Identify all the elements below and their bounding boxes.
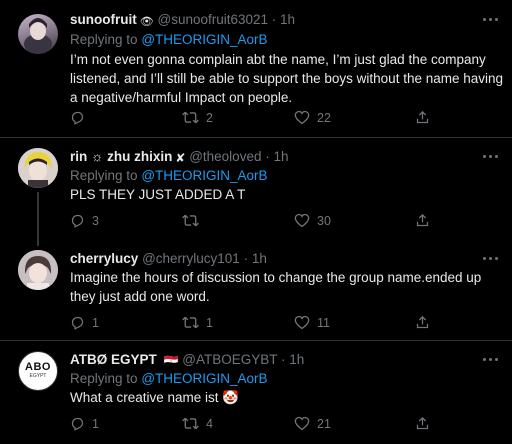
user-handle[interactable]: @sunoofruit63021	[157, 12, 268, 27]
retweet-button[interactable]	[182, 213, 206, 228]
replying-to-mention[interactable]: @THEORIGIN_AorB	[141, 168, 267, 183]
share-icon	[416, 315, 429, 329]
retweet-icon	[182, 316, 199, 329]
retweet-icon	[182, 111, 199, 124]
atbo-logo-sub: EGYPT	[29, 373, 47, 379]
share-button[interactable]	[415, 110, 430, 125]
tweet-actions: 1 4 21	[70, 416, 450, 434]
avatar[interactable]	[18, 148, 58, 188]
retweet-button[interactable]: 4	[182, 416, 213, 431]
reply-button[interactable]: 1	[70, 315, 99, 330]
retweet-icon	[182, 214, 199, 227]
share-button[interactable]	[415, 315, 430, 330]
reply-icon	[71, 417, 84, 431]
separator-dot: ·	[271, 12, 277, 27]
atbo-logo: ABO	[25, 361, 51, 373]
reply-count: 1	[92, 416, 99, 431]
user-handle[interactable]: @theoloved	[189, 149, 261, 164]
more-options-icon[interactable]	[483, 253, 501, 265]
avatar[interactable]	[18, 14, 58, 54]
display-name[interactable]: cherrylucy	[70, 251, 138, 266]
like-count: 22	[317, 110, 331, 125]
avatar[interactable]	[18, 250, 58, 290]
more-options-icon[interactable]	[483, 354, 501, 366]
reply-icon	[71, 316, 84, 330]
replying-to-mention[interactable]: @THEORIGIN_AorB	[141, 32, 267, 47]
tweet-rin-zhu-zhixin[interactable]: rin ☼ zhu zhixin ✘ @theoloved · 1h Replyi…	[0, 138, 512, 246]
eye-emoji-icon: 👁	[139, 16, 154, 28]
timestamp[interactable]: 1h	[252, 251, 267, 266]
share-icon	[416, 110, 429, 124]
replying-to-label: Replying to	[70, 32, 138, 47]
egypt-flag-icon: 🇪🇬	[163, 354, 179, 368]
reply-count: 1	[92, 315, 99, 330]
reply-button[interactable]	[70, 110, 92, 125]
reply-button[interactable]: 3	[70, 213, 99, 228]
thread-connector	[37, 192, 39, 246]
replying-to-mention[interactable]: @THEORIGIN_AorB	[141, 371, 267, 386]
replying-to-label: Replying to	[70, 168, 138, 183]
separator-dot: ·	[265, 149, 270, 164]
tweet-actions: 3 30	[70, 213, 450, 231]
like-button[interactable]: 22	[294, 110, 331, 125]
tweet-text: Imagine the hours of discussion to chang…	[70, 270, 482, 304]
heart-icon	[294, 213, 310, 228]
tweet-cherrylucy[interactable]: cherrylucy @cherrylucy101 · 1h Imagine t…	[0, 240, 512, 340]
heart-icon	[294, 315, 310, 330]
tweet-actions: 1 1 11	[70, 315, 450, 333]
tweet-text: PLS THEY JUST ADDED A T	[70, 187, 246, 202]
cross-mark-icon: ✘	[175, 151, 186, 165]
retweet-button[interactable]: 1	[182, 315, 213, 330]
like-button[interactable]: 11	[294, 315, 330, 330]
like-count: 21	[317, 416, 331, 431]
user-handle[interactable]: @ATBOEGYBT	[182, 352, 277, 367]
heart-icon	[294, 416, 310, 431]
replying-to-line: Replying to @THEORIGIN_AorB	[70, 31, 268, 49]
separator-dot: ·	[243, 251, 249, 266]
reply-icon	[71, 214, 84, 228]
display-name[interactable]: sunoofruit	[70, 12, 137, 27]
display-name[interactable]: ATBØ EGYPT	[70, 352, 157, 367]
display-name[interactable]: rin ☼ zhu zhixin	[70, 149, 172, 164]
like-button[interactable]: 21	[294, 416, 331, 431]
avatar[interactable]: ABO EGYPT	[18, 351, 58, 391]
reply-icon	[71, 111, 84, 125]
retweet-count: 2	[206, 110, 213, 125]
retweet-count: 4	[206, 416, 213, 431]
replying-to-label: Replying to	[70, 371, 138, 386]
retweet-button[interactable]: 2	[182, 110, 213, 125]
separator-dot: ·	[281, 352, 286, 367]
share-icon	[416, 213, 429, 227]
reply-count: 3	[92, 213, 99, 228]
like-count: 11	[317, 315, 330, 330]
tweet-sunoofruit[interactable]: sunoofruit 👁 @sunoofruit63021 · 1h Replyi…	[0, 0, 512, 137]
retweet-count: 1	[206, 315, 213, 330]
heart-icon	[294, 110, 310, 125]
like-count: 30	[317, 213, 331, 228]
tweet-atbo-egypt[interactable]: ABO EGYPT ATBØ EGYPT 🇪🇬 @ATBOEGYBT · 1h …	[0, 341, 512, 444]
tweet-text: What a creative name ist 🤡	[70, 390, 240, 405]
like-button[interactable]: 30	[294, 213, 331, 228]
share-icon	[416, 416, 429, 430]
share-button[interactable]	[415, 416, 430, 431]
more-options-icon[interactable]	[483, 151, 501, 163]
share-button[interactable]	[415, 213, 430, 228]
reply-button[interactable]: 1	[70, 416, 99, 431]
timestamp[interactable]: 1h	[280, 12, 295, 27]
more-options-icon[interactable]	[483, 14, 501, 26]
retweet-icon	[182, 417, 199, 430]
timestamp[interactable]: 1h	[289, 352, 304, 367]
replying-to-line: Replying to @THEORIGIN_AorB	[70, 167, 268, 185]
replying-to-line: Replying to @THEORIGIN_AorB	[70, 370, 268, 388]
tweet-text: I’m not even gonna complain abt the name…	[70, 52, 504, 105]
tweet-actions: 2 22	[70, 110, 450, 128]
timestamp[interactable]: 1h	[274, 149, 289, 164]
user-handle[interactable]: @cherrylucy101	[142, 251, 240, 266]
